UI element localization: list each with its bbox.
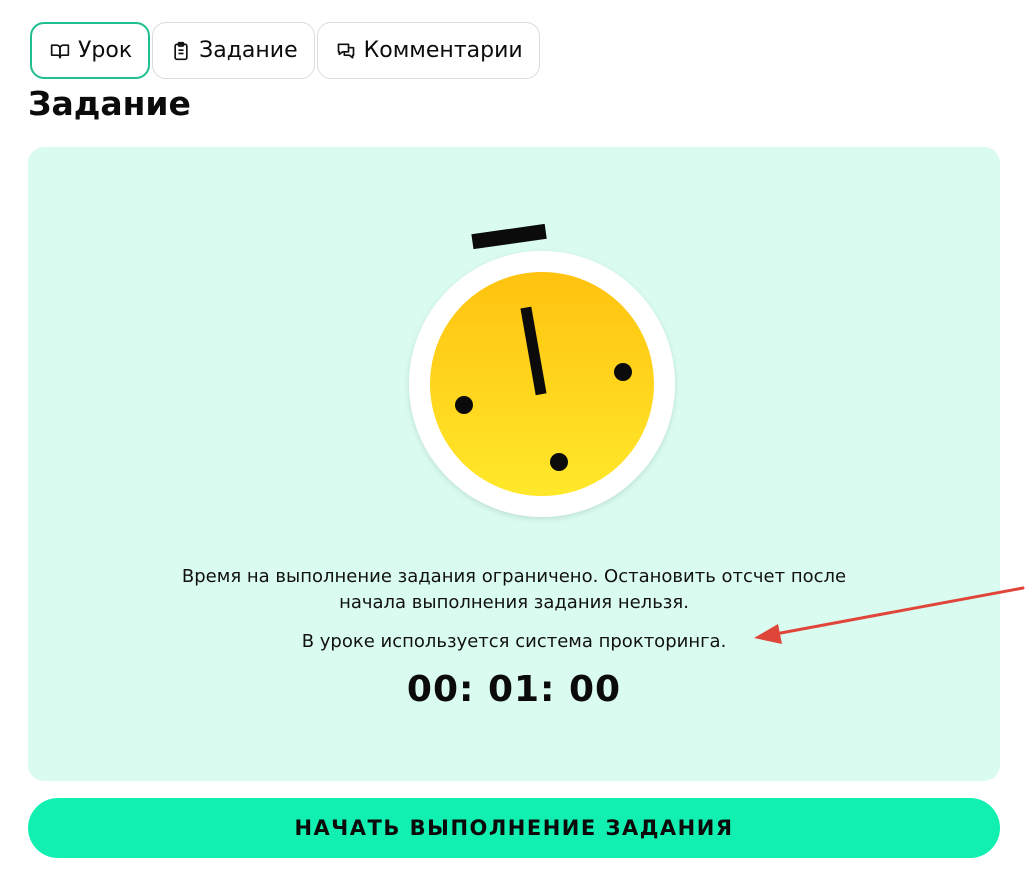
clipboard-icon [174, 41, 188, 60]
chat-bubbles-icon [337, 43, 354, 59]
tab-comments[interactable]: Комментарии [316, 22, 540, 79]
page-title: Задание [28, 84, 191, 123]
tab-bar: Урок Задание Комментарии [30, 22, 540, 81]
timed-task-notice-panel: Время на выполнение задания ограничено. … [28, 147, 1000, 781]
book-open-icon [50, 43, 70, 59]
tab-lesson-label: Урок [78, 38, 133, 63]
start-assignment-button[interactable]: НАЧАТЬ ВЫПОЛНЕНИЕ ЗАДАНИЯ [28, 798, 1000, 858]
annotation-arrow-icon [754, 586, 1025, 644]
tab-assignment[interactable]: Задание [152, 22, 315, 79]
tab-comments-label: Комментарии [363, 38, 523, 63]
countdown-timer: 00: 01: 00 [406, 669, 622, 710]
tab-lesson[interactable]: Урок [30, 22, 151, 79]
tab-assignment-label: Задание [199, 38, 298, 63]
stopwatch-illustration [409, 223, 675, 517]
